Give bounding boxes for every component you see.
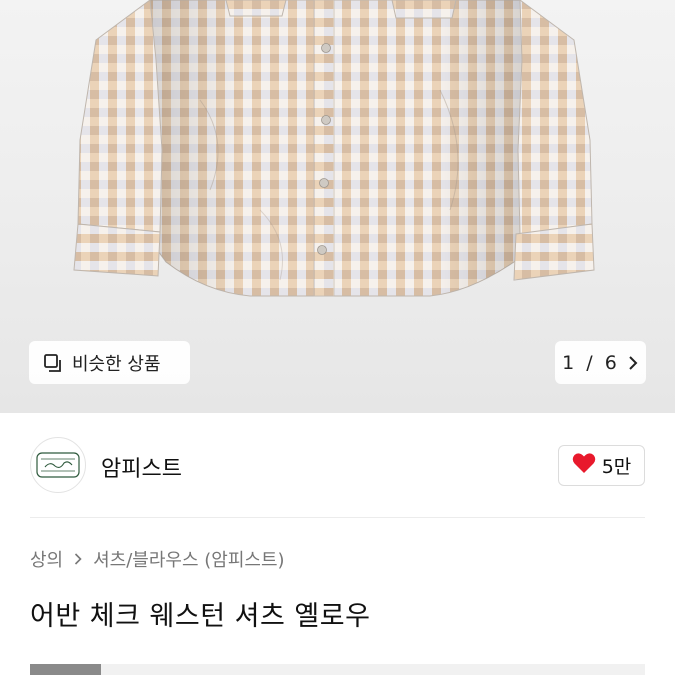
breadcrumb: 상의 셔츠/블라우스 (암피스트)	[30, 546, 285, 572]
like-button[interactable]: 5만	[558, 445, 645, 486]
similar-products-label: 비슷한 상품	[72, 353, 161, 375]
brand-logo[interactable]	[30, 437, 86, 493]
divider	[30, 517, 645, 518]
brand-row: 암피스트 5만	[0, 413, 675, 521]
pager-total: 6	[604, 351, 617, 374]
tab-indicator	[30, 664, 101, 675]
like-count: 5만	[601, 456, 632, 478]
image-pager[interactable]: 1 / 6	[555, 341, 646, 384]
brand-logo-mark	[36, 452, 80, 478]
chevron-right-icon	[73, 552, 83, 566]
product-title: 어반 체크 웨스턴 셔츠 옐로우	[30, 601, 371, 632]
chevron-right-icon	[627, 355, 639, 371]
pager-text: 1 / 6	[562, 352, 617, 374]
tab-bar[interactable]	[30, 664, 645, 675]
product-image-area[interactable]: 비슷한 상품 1 / 6	[0, 0, 675, 413]
similar-products-icon	[42, 352, 64, 374]
brand-name[interactable]: 암피스트	[101, 451, 182, 483]
similar-products-button[interactable]: 비슷한 상품	[29, 341, 190, 384]
heart-icon	[572, 452, 596, 479]
pager-separator: /	[586, 351, 593, 374]
pager-current: 1	[562, 351, 575, 374]
breadcrumb-category[interactable]: 상의	[30, 546, 63, 572]
breadcrumb-subcategory[interactable]: 셔츠/블라우스 (암피스트)	[93, 546, 284, 572]
